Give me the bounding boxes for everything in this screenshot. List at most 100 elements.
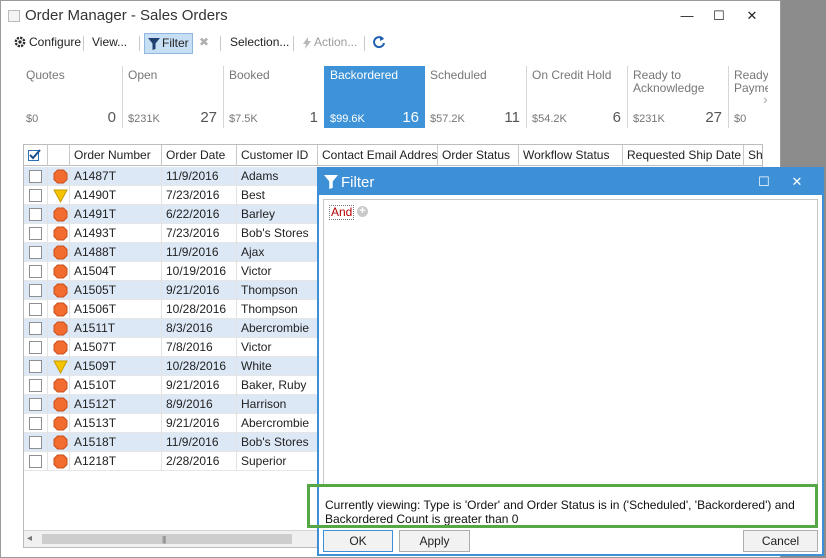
filter-button[interactable]: Filter xyxy=(144,33,193,54)
tile-amount: $231K xyxy=(633,113,665,125)
cell-customer-id: Abercrombie xyxy=(237,319,318,338)
refresh-button[interactable] xyxy=(369,33,391,54)
clear-filter-icon[interactable]: ✖ xyxy=(196,33,212,54)
header-contact-email[interactable]: Contact Email Address xyxy=(318,145,438,166)
cell-order-date: 6/22/2016 xyxy=(162,205,237,224)
cell-order-date: 8/9/2016 xyxy=(162,395,237,414)
tile-label: Open xyxy=(128,68,158,82)
row-checkbox[interactable] xyxy=(29,208,42,221)
header-ship-truncated[interactable]: Sh xyxy=(744,145,762,166)
scrollbar-thumb[interactable]: ||| xyxy=(42,534,292,544)
cell-order-date: 7/23/2016 xyxy=(162,186,237,205)
header-order-number[interactable]: Order Number xyxy=(70,145,162,166)
row-checkbox[interactable] xyxy=(29,265,42,278)
header-workflow-status[interactable]: Workflow Status xyxy=(519,145,623,166)
tile-on-credit-hold[interactable]: On Credit Hold $54.2K 6 xyxy=(526,66,627,128)
tile-quotes[interactable]: Quotes $0 0 xyxy=(21,66,122,128)
filter-close-button[interactable]: ✕ xyxy=(786,172,808,192)
cell-customer-id: Thompson xyxy=(237,300,318,319)
cell-order-number: A1509T xyxy=(70,357,162,376)
cell-order-number: A1512T xyxy=(70,395,162,414)
maximize-button[interactable]: ☐ xyxy=(706,6,732,26)
configure-button[interactable]: Configure xyxy=(10,33,84,54)
add-condition-icon[interactable]: + xyxy=(357,206,368,217)
header-order-date[interactable]: Order Date xyxy=(162,145,237,166)
header-select-all[interactable] xyxy=(24,145,48,166)
row-checkbox[interactable] xyxy=(29,379,42,392)
cell-order-number: A1507T xyxy=(70,338,162,357)
row-checkbox[interactable] xyxy=(29,189,42,202)
row-checkbox[interactable] xyxy=(29,227,42,240)
row-checkbox[interactable] xyxy=(29,341,42,354)
row-checkbox[interactable] xyxy=(29,417,42,430)
tiles-next-arrow[interactable]: › xyxy=(763,91,768,107)
tile-ready-to-acknowledge[interactable]: Ready to Acknowledge $231K 27 xyxy=(627,66,728,128)
cell-customer-id: Bob's Stores xyxy=(237,224,318,243)
action-button[interactable]: Action... xyxy=(299,33,360,54)
cancel-button[interactable]: Cancel xyxy=(743,530,818,552)
cell-order-date: 7/8/2016 xyxy=(162,338,237,357)
funnel-icon xyxy=(324,175,338,189)
cell-order-date: 11/9/2016 xyxy=(162,243,237,262)
row-checkbox[interactable] xyxy=(29,436,42,449)
stop-octagon-icon xyxy=(53,397,68,412)
stop-octagon-icon xyxy=(53,454,68,469)
row-checkbox[interactable] xyxy=(29,170,42,183)
tile-backordered[interactable]: Backordered $99.6K 16 xyxy=(324,66,425,128)
cell-order-number: A1506T xyxy=(70,300,162,319)
selection-button[interactable]: Selection... xyxy=(227,33,292,54)
header-customer-id[interactable]: Customer ID xyxy=(237,145,318,166)
cell-order-date: 9/21/2016 xyxy=(162,414,237,433)
tile-amount: $7.5K xyxy=(229,113,258,125)
cell-order-date: 10/28/2016 xyxy=(162,357,237,376)
cell-order-date: 11/9/2016 xyxy=(162,167,237,186)
tile-ready-payment[interactable]: Ready Payme $0 xyxy=(728,66,768,128)
row-checkbox[interactable] xyxy=(29,284,42,297)
scroll-left-icon[interactable]: ◂ xyxy=(27,533,32,544)
cell-customer-id: Thompson xyxy=(237,281,318,300)
apply-button[interactable]: Apply xyxy=(399,530,470,552)
tile-label: Scheduled xyxy=(430,68,487,82)
header-order-status[interactable]: Order Status xyxy=(438,145,519,166)
group-operator[interactable]: And xyxy=(329,205,355,220)
tile-booked[interactable]: Booked $7.5K 1 xyxy=(223,66,324,128)
header-requested-ship-date[interactable]: Requested Ship Date xyxy=(623,145,744,166)
row-checkbox[interactable] xyxy=(29,303,42,316)
cell-order-number: A1513T xyxy=(70,414,162,433)
stop-octagon-icon xyxy=(53,169,68,184)
close-button[interactable]: ✕ xyxy=(739,6,765,26)
row-checkbox[interactable] xyxy=(29,455,42,468)
ok-button[interactable]: OK xyxy=(323,530,393,552)
row-checkbox[interactable] xyxy=(29,398,42,411)
tile-amount: $0 xyxy=(734,113,747,125)
view-button[interactable]: View... xyxy=(89,33,130,54)
filter-label: Filter xyxy=(162,36,189,50)
cell-order-number: A1218T xyxy=(70,452,162,471)
stop-octagon-icon xyxy=(53,264,68,279)
header-icon-column[interactable] xyxy=(48,145,70,166)
funnel-icon xyxy=(148,38,160,50)
cell-order-number: A1490T xyxy=(70,186,162,205)
cell-order-date: 10/19/2016 xyxy=(162,262,237,281)
cell-customer-id: White xyxy=(237,357,318,376)
configure-label: Configure xyxy=(29,35,82,49)
stop-octagon-icon xyxy=(53,340,68,355)
tile-open[interactable]: Open $231K 27 xyxy=(122,66,223,128)
minimize-button[interactable]: — xyxy=(674,6,700,26)
toolbar-separator xyxy=(220,36,221,51)
title-bar: Order Manager - Sales Orders — ☐ ✕ xyxy=(1,1,780,31)
app-icon xyxy=(8,10,20,22)
cell-customer-id: Barley xyxy=(237,205,318,224)
tile-count: 27 xyxy=(705,109,722,126)
status-tiles: Quotes $0 0 Open $231K 27 Booked $7.5K 1… xyxy=(21,66,781,128)
toolbar-separator xyxy=(139,36,140,51)
stop-octagon-icon xyxy=(53,378,68,393)
row-checkbox[interactable] xyxy=(29,360,42,373)
filter-condition-editor: And + xyxy=(323,199,818,485)
toolbar: Configure View... Filter ✖ Selection... … xyxy=(1,31,780,55)
row-checkbox[interactable] xyxy=(29,246,42,259)
row-checkbox[interactable] xyxy=(29,322,42,335)
cell-order-number: A1510T xyxy=(70,376,162,395)
filter-maximize-button[interactable]: ☐ xyxy=(753,172,775,192)
tile-scheduled[interactable]: Scheduled $57.2K 11 xyxy=(425,66,526,128)
